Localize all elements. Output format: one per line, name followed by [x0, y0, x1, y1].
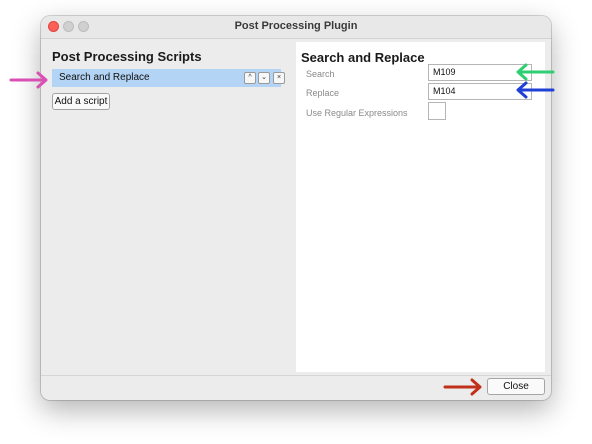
replace-label: Replace [306, 88, 340, 98]
use-regular-expressions-checkbox[interactable] [428, 102, 446, 120]
script-annotation-arrow-icon [9, 71, 48, 89]
move-down-button[interactable]: ⌄ [258, 72, 270, 84]
search-annotation-arrow-icon [516, 63, 555, 81]
close-button[interactable]: Close [487, 378, 545, 395]
remove-script-button[interactable]: × [273, 72, 285, 84]
window-title: Post Processing Plugin [234, 20, 358, 32]
scripts-panel-heading: Post Processing Scripts [52, 49, 202, 64]
title-bar[interactable]: Post Processing Plugin [41, 16, 551, 39]
replace-annotation-arrow-icon [516, 81, 555, 99]
post-processing-plugin-window: Post Processing Plugin Post Processing S… [41, 16, 551, 400]
use-regular-expressions-label: Use Regular Expressions [306, 108, 408, 118]
close-annotation-arrow-icon [443, 378, 482, 396]
move-up-button[interactable]: ^ [244, 72, 256, 84]
settings-heading: Search and Replace [301, 50, 425, 65]
footer-divider [41, 375, 551, 376]
script-settings-panel: Search and Replace Search M109 Replace M… [296, 42, 545, 372]
script-list-item-search-and-replace[interactable]: Search and Replace ^ ⌄ × [52, 69, 285, 87]
script-name: Search and Replace [59, 72, 150, 83]
search-label: Search [306, 69, 335, 79]
add-script-button[interactable]: Add a script [52, 93, 110, 110]
